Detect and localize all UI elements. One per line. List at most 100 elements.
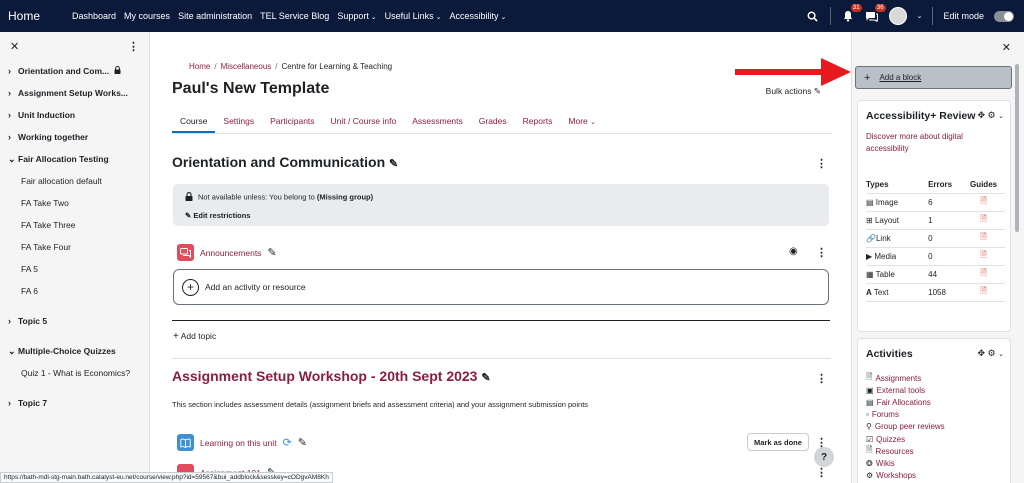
course-index-activity[interactable]: FA 5 — [0, 258, 149, 280]
edit-mode-toggle[interactable] — [994, 10, 1014, 22]
move-icon[interactable]: ✥ — [977, 348, 985, 358]
course-index-section-unit-induction[interactable]: › Unit Induction — [0, 104, 149, 126]
course-index-section-orientation[interactable]: › Orientation and Com... — [0, 60, 149, 82]
search-icon[interactable] — [806, 9, 820, 23]
course-index-activity[interactable]: FA Take Three — [0, 214, 149, 236]
tab-settings[interactable]: Settings — [215, 110, 262, 133]
edit-pencil-icon[interactable]: ✎ — [389, 158, 398, 170]
discover-accessibility-link[interactable]: Discover more about digital accessibilit… — [866, 131, 996, 155]
course-index-section-assignment-setup[interactable]: › Assignment Setup Works... — [0, 82, 149, 104]
chevron-right-icon[interactable]: › — [8, 88, 18, 98]
move-icon[interactable]: ✥ — [977, 110, 985, 120]
guide-pdf-icon[interactable]: 🗎 — [962, 193, 1005, 212]
breadcrumb-home[interactable]: Home — [189, 62, 210, 71]
notifications-bell-icon[interactable]: 31 — [841, 4, 862, 23]
list-item[interactable]: ☑ Quizzes — [866, 433, 945, 445]
course-index-section-fair-allocation[interactable]: ⌄ Fair Allocation Testing — [0, 148, 149, 170]
breadcrumb-miscellaneous[interactable]: Miscellaneous — [221, 62, 272, 71]
column-header: Types — [866, 177, 919, 194]
edit-restrictions-link[interactable]: ✎ Edit restrictions — [185, 211, 251, 220]
add-topic-button[interactable]: + Add topic — [173, 331, 216, 342]
section-menu-icon[interactable]: ⋮ — [816, 157, 827, 170]
gear-icon[interactable]: ⚙ — [988, 110, 996, 120]
add-a-block-button[interactable]: + Add a block — [855, 66, 1012, 89]
edit-pencil-icon[interactable]: ✎ — [298, 436, 307, 449]
tab-assessments[interactable]: Assessments — [404, 110, 471, 133]
list-item[interactable]: ▣ External tools — [866, 384, 945, 396]
course-index-activity[interactable]: FA 6 — [0, 280, 149, 302]
course-index-activity[interactable]: FA Take Four — [0, 236, 149, 258]
guide-pdf-icon[interactable]: 🗎 — [962, 283, 1005, 302]
errors-cell: 6 — [918, 193, 963, 212]
breadcrumb-separator: / — [214, 62, 217, 71]
nav-support[interactable]: Support — [337, 11, 376, 21]
type-cell: ▦ Table — [866, 265, 919, 284]
accessibility-table: Types Errors Guides ▤ Image 6 🗎 ⊞ Layout… — [866, 177, 1005, 302]
guide-pdf-icon[interactable]: 🗎 — [962, 265, 1005, 284]
page-title: Paul's New Template — [172, 80, 330, 97]
tab-unit-course-info[interactable]: Unit / Course info — [323, 110, 405, 133]
course-index-section-topic-5[interactable]: › Topic 5 — [0, 310, 149, 332]
messages-icon[interactable]: 36 — [865, 4, 886, 23]
nav-useful-links[interactable]: Useful Links — [385, 11, 442, 21]
guide-pdf-icon[interactable]: 🗎 — [962, 211, 1005, 230]
tab-course[interactable]: Course — [172, 110, 216, 133]
book-icon — [177, 434, 194, 451]
home-link[interactable]: Home — [8, 9, 40, 23]
table-row: 🔗Link 0 🗎 — [866, 229, 1005, 248]
activity-link[interactable]: Announcements — [200, 248, 261, 258]
course-index-activity[interactable]: Fair allocation default — [0, 170, 149, 192]
tab-reports[interactable]: Reports — [515, 110, 561, 133]
chevron-right-icon[interactable]: › — [8, 132, 18, 142]
nav-accessibility[interactable]: Accessibility — [450, 11, 507, 21]
close-drawer-icon[interactable]: ✕ — [1002, 41, 1011, 54]
add-activity-button[interactable]: + Add an activity or resource — [173, 269, 829, 305]
chevron-right-icon[interactable]: › — [8, 316, 18, 326]
activity-link[interactable]: Learning on this unit — [200, 438, 277, 448]
guide-pdf-icon[interactable]: 🗎 — [962, 229, 1005, 248]
user-menu-chevron-icon[interactable]: ⌄ — [917, 12, 923, 20]
guide-pdf-icon[interactable]: 🗎 — [962, 247, 1005, 266]
tab-participants[interactable]: Participants — [262, 110, 322, 133]
course-index-activity[interactable]: FA Take Two — [0, 192, 149, 214]
course-index-menu-icon[interactable]: ⋮ — [128, 40, 139, 53]
nav-my-courses[interactable]: My courses — [124, 11, 170, 21]
activity-menu-icon[interactable]: ⋮ — [816, 466, 827, 479]
chevron-down-icon[interactable]: ⌄ — [8, 154, 18, 165]
type-cell: ▤ Image — [866, 193, 919, 212]
user-avatar[interactable] — [888, 7, 907, 25]
chevron-down-icon[interactable]: ⌄ — [8, 346, 18, 357]
course-index-activity[interactable]: Quiz 1 - What is Economics? — [0, 362, 149, 384]
tab-grades[interactable]: Grades — [471, 110, 515, 133]
list-item[interactable]: 🗎 Resources — [866, 445, 945, 457]
group-mode-icon[interactable]: ◉ — [789, 246, 798, 257]
chevron-right-icon[interactable]: › — [8, 398, 18, 408]
course-index-section-multiple-choice[interactable]: ⌄ Multiple-Choice Quizzes — [0, 340, 149, 362]
mark-as-done-button[interactable]: Mark as done — [747, 433, 809, 451]
list-item[interactable]: ▫ Forums — [866, 409, 945, 421]
nav-dashboard[interactable]: Dashboard — [72, 11, 116, 21]
activity-menu-icon[interactable]: ⋮ — [816, 246, 827, 259]
gear-icon[interactable]: ⚙ — [988, 348, 996, 358]
drawer-scrollbar[interactable] — [1015, 64, 1019, 232]
list-item[interactable]: ⚲ Group peer reviews — [866, 421, 945, 433]
help-button[interactable]: ? — [814, 447, 834, 467]
list-item[interactable]: ❂ Wikis — [866, 457, 945, 469]
list-item[interactable]: ⚙ Workshops — [866, 470, 945, 482]
tab-more[interactable]: More ⌄ — [560, 110, 604, 133]
nav-site-administration[interactable]: Site administration — [178, 11, 252, 21]
chevron-down-icon[interactable]: ⌄ — [998, 351, 1004, 358]
course-index-section-topic-7[interactable]: › Topic 7 — [0, 392, 149, 414]
close-drawer-icon[interactable]: ✕ — [10, 40, 19, 53]
checklist-icon: ▤ — [866, 397, 874, 407]
edit-pencil-icon[interactable]: ✎ — [481, 372, 490, 384]
chevron-right-icon[interactable]: › — [8, 66, 18, 76]
edit-pencil-icon[interactable]: ✎ — [267, 246, 276, 259]
list-item[interactable]: ▤ Fair Allocations — [866, 396, 945, 408]
course-index-section-working-together[interactable]: › Working together — [0, 126, 149, 148]
nav-tel-service-blog[interactable]: TEL Service Blog — [260, 11, 329, 21]
section-menu-icon[interactable]: ⋮ — [816, 372, 827, 385]
list-item[interactable]: 🗎 Assignments — [866, 372, 945, 384]
chevron-right-icon[interactable]: › — [8, 110, 18, 120]
chevron-down-icon[interactable]: ⌄ — [998, 113, 1004, 120]
